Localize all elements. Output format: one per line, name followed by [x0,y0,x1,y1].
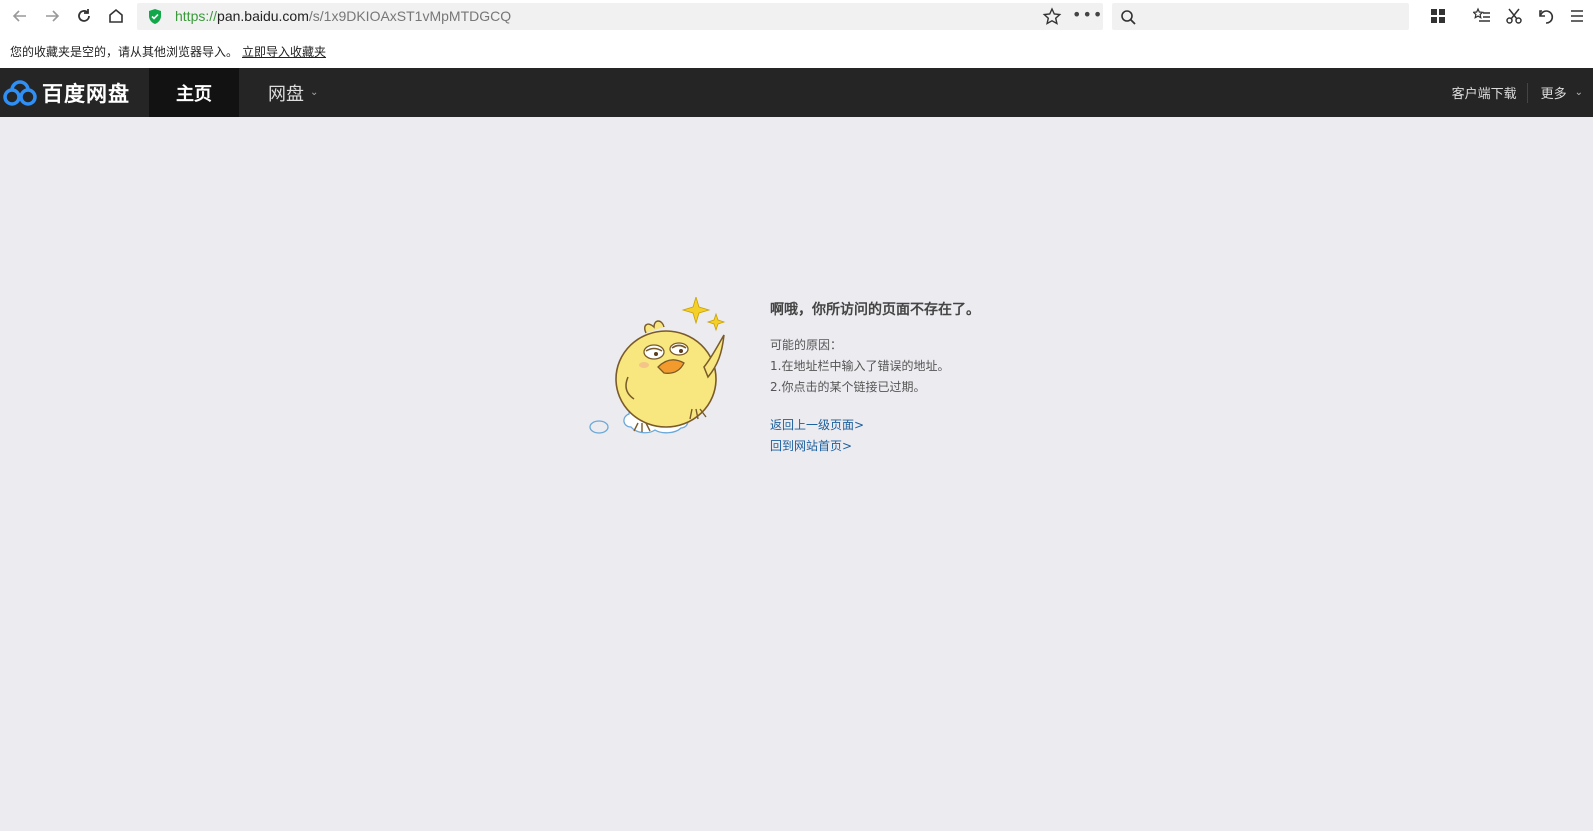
favorites-list-icon[interactable] [1470,4,1494,28]
apps-grid-icon[interactable] [1426,4,1450,28]
bookmarks-bar: 您的收藏夹是空的，请从其他浏览器导入。 立即导入收藏夹 [0,34,1593,66]
browser-toolbar: https://pan.baidu.com/s/1x9DKIOAxST1vMpM… [0,0,1593,32]
more-menu[interactable]: 更多 ⌄ [1541,83,1593,102]
home-icon[interactable] [104,4,128,28]
back-to-previous-link[interactable]: 返回上一级页面> [770,415,980,436]
url-protocol: https:// [175,8,218,24]
main-content: 啊哦，你所访问的页面不存在了。 可能的原因： 1.在地址栏中输入了错误的地址。 … [0,117,1593,831]
nav-home-tab[interactable]: 主页 [149,68,239,117]
back-arrow-icon[interactable] [8,4,32,28]
error-links: 返回上一级页面> 回到网站首页> [770,415,980,457]
import-bookmarks-link[interactable]: 立即导入收藏夹 [242,43,326,60]
site-header: 百度网盘 主页 网盘 ⌄ 客户端下载 更多 ⌄ [0,68,1593,117]
back-to-home-link[interactable]: 回到网站首页> [770,436,980,457]
reason-item: 1.在地址栏中输入了错误的地址。 [770,359,950,373]
address-bar[interactable]: https://pan.baidu.com/s/1x9DKIOAxST1vMpM… [137,3,1103,30]
bookmarks-empty-message: 您的收藏夹是空的，请从其他浏览器导入。 [10,45,239,59]
reason-item: 2.你点击的某个链接已过期。 [770,380,926,394]
search-icon [1121,10,1136,25]
site-logo[interactable]: 百度网盘 [2,78,130,108]
page-actions-menu-icon[interactable]: ••• [1072,5,1103,24]
nav-disk-label: 网盘 [268,83,304,105]
secure-shield-icon [149,9,161,24]
url-text[interactable]: https://pan.baidu.com/s/1x9DKIOAxST1vMpM… [175,8,511,24]
nav-disk-tab[interactable]: 网盘 ⌄ [268,68,318,117]
url-path: /s/1x9DKIOAxST1vMpMTDGCQ [308,8,512,24]
baidu-cloud-logo-icon [3,80,37,106]
more-label: 更多 [1540,87,1567,102]
chevron-down-icon: ⌄ [310,87,319,98]
error-message-panel: 啊哦，你所访问的页面不存在了。 可能的原因： 1.在地址栏中输入了错误的地址。 … [770,299,980,457]
screenshot-scissors-icon[interactable] [1502,4,1526,28]
hamburger-menu-icon[interactable] [1565,4,1589,28]
header-right-actions: 客户端下载 更多 ⌄ [1452,68,1593,117]
forward-arrow-icon[interactable] [40,4,64,28]
url-host: pan.baidu.com [217,8,309,24]
bookmark-star-icon[interactable] [1042,7,1062,27]
reasons-heading: 可能的原因： [770,338,843,352]
confused-chick-illustration [589,297,726,434]
client-download-link[interactable]: 客户端下载 [1452,83,1527,102]
divider [1526,82,1528,103]
reload-icon[interactable] [72,4,96,28]
error-title: 啊哦，你所访问的页面不存在了。 [770,302,980,318]
undo-icon[interactable] [1534,4,1558,28]
search-box[interactable] [1112,3,1409,30]
logo-text: 百度网盘 [42,82,130,106]
chevron-down-icon: ⌄ [1574,87,1583,98]
